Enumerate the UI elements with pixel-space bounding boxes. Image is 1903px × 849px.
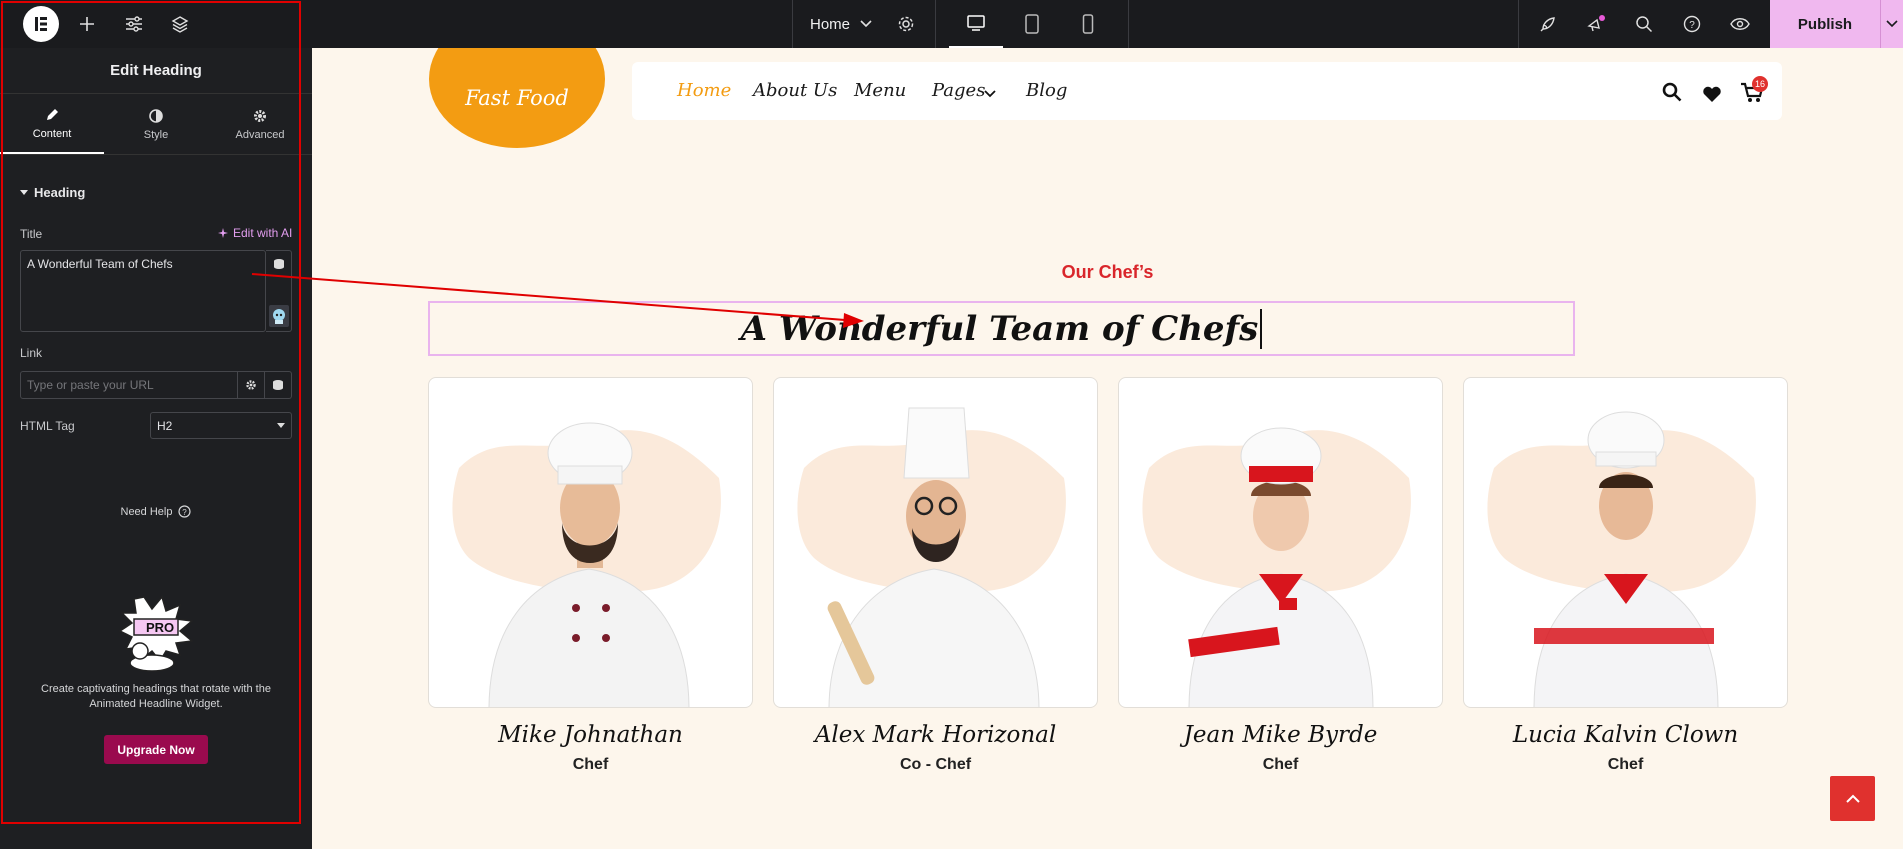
promo-text: Create captivating headings that rotate … [41, 683, 271, 710]
chef-card[interactable] [1118, 377, 1443, 708]
chevron-down-icon [860, 20, 872, 28]
page-selector[interactable]: Home [810, 0, 872, 48]
editor-top-bar: Home ? Publish [0, 0, 1903, 48]
chef-photo [797, 407, 1066, 707]
cart-count-badge: 16 [1752, 76, 1768, 92]
divider [792, 0, 793, 48]
chef-role: Chef [1607, 756, 1644, 773]
svg-text:PRO: PRO [146, 620, 174, 635]
chef-name: Alex Mark Horizonal [814, 722, 1057, 748]
chevron-up-icon [1845, 794, 1860, 803]
chef-role: Chef [1262, 756, 1299, 773]
chef-card[interactable] [1463, 377, 1788, 708]
chef-card[interactable] [428, 377, 753, 708]
sliders-icon[interactable] [117, 0, 151, 48]
tab-style[interactable]: Style [104, 95, 208, 155]
title-textarea-side [266, 250, 292, 332]
divider [1128, 0, 1129, 48]
nav-item-menu[interactable]: Menu [854, 80, 906, 101]
help-icon[interactable]: ? [1674, 0, 1710, 48]
half-circle-icon [149, 109, 163, 123]
upgrade-now-button[interactable]: Upgrade Now [104, 735, 208, 764]
site-navbar: Home About Us Menu Pages Blog [632, 62, 1782, 120]
site-canvas: Fast Food Home About Us Menu Pages Blog … [312, 48, 1903, 849]
plus-icon[interactable] [70, 0, 104, 48]
gear-icon [254, 110, 266, 122]
mobile-icon[interactable] [1061, 0, 1115, 48]
scroll-to-top-button[interactable] [1830, 776, 1875, 821]
layers-icon[interactable] [163, 0, 197, 48]
nav-item-pages[interactable]: Pages [932, 80, 985, 101]
link-options-icon[interactable] [238, 371, 265, 399]
chef-photo [1142, 427, 1411, 707]
selected-heading-widget[interactable]: A Wonderful Team of Chefs [428, 301, 1575, 356]
desktop-icon[interactable] [949, 0, 1003, 48]
nav-item-home[interactable]: Home [677, 80, 731, 101]
chevron-down-icon [984, 90, 996, 98]
html-tag-label: HTML Tag [20, 419, 75, 433]
title-textarea[interactable] [20, 250, 266, 332]
page-name: Home [810, 15, 851, 33]
tab-content[interactable]: Content [0, 95, 104, 155]
nav-item-about[interactable]: About Us [753, 80, 837, 101]
help-icon: ? [178, 505, 192, 518]
caret-down-icon [20, 189, 28, 195]
chef-role: Chef [572, 756, 609, 773]
tablet-icon[interactable] [1005, 0, 1059, 48]
title-label: Title [20, 227, 43, 241]
heart-icon[interactable] [1702, 85, 1722, 103]
editor-panel: Edit Heading Content Style Advanced [0, 48, 312, 849]
caret-down-icon [277, 423, 285, 428]
divider [0, 154, 312, 155]
rocket-icon[interactable] [1530, 0, 1566, 48]
chef-card[interactable] [773, 377, 1098, 708]
edit-with-ai-button[interactable]: Edit with AI [218, 226, 292, 240]
chevron-down-icon [1886, 20, 1898, 28]
chef-role: Co - Chef [899, 756, 972, 773]
chef-photo [452, 422, 721, 707]
ai-assistant-icon[interactable] [269, 305, 289, 332]
chef-name: Mike Johnathan [498, 722, 683, 748]
publish-options-button[interactable] [1880, 0, 1903, 48]
pro-illustration: PRO [104, 593, 208, 678]
section-heading: A Wonderful Team of Chefs [741, 308, 1263, 349]
panel-title: Edit Heading [0, 48, 312, 94]
divider [1518, 0, 1519, 48]
need-help-link[interactable]: Need Help ? [0, 505, 312, 518]
search-icon[interactable] [1662, 82, 1682, 102]
divider [935, 0, 936, 48]
svg-text:?: ? [1689, 20, 1695, 31]
section-subtitle: Our Chef’s [1061, 262, 1154, 282]
publish-button[interactable]: Publish [1770, 0, 1880, 48]
eye-icon[interactable] [1722, 0, 1758, 48]
dynamic-tags-icon[interactable] [265, 371, 292, 399]
chef-name: Lucia Kalvin Clown [1512, 722, 1739, 748]
nav-item-blog[interactable]: Blog [1026, 80, 1067, 101]
elementor-logo-icon[interactable] [23, 6, 59, 42]
site-logo[interactable]: Fast Food [429, 48, 605, 148]
sparkle-icon [218, 227, 228, 238]
html-tag-select[interactable]: H2 [150, 412, 292, 439]
section-heading-toggle[interactable]: Heading [20, 185, 85, 200]
gear-icon[interactable] [888, 0, 924, 48]
link-input[interactable] [20, 371, 238, 399]
svg-text:?: ? [183, 508, 188, 517]
search-icon[interactable] [1626, 0, 1662, 48]
link-label: Link [20, 346, 43, 360]
chef-name: Jean Mike Byrde [1183, 722, 1378, 748]
chef-photo [1487, 411, 1756, 707]
notifications-icon[interactable] [1578, 0, 1614, 48]
dynamic-tags-icon[interactable] [273, 257, 285, 275]
tab-advanced[interactable]: Advanced [208, 95, 312, 155]
pencil-icon [47, 108, 58, 120]
